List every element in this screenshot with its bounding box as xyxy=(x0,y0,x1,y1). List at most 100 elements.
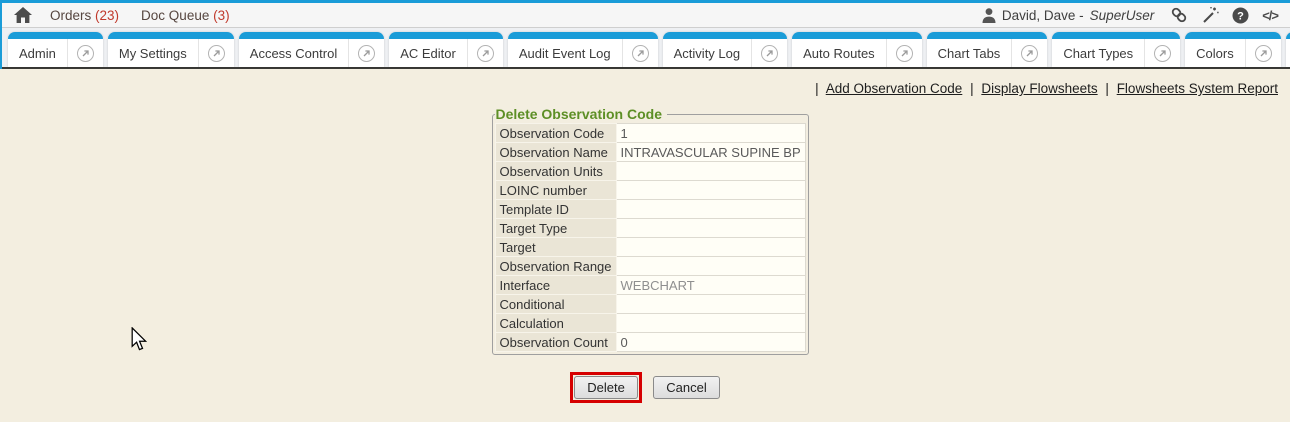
row-label: LOINC number xyxy=(495,181,616,200)
table-row: Observation Units xyxy=(495,162,805,181)
tab-auto-routes[interactable]: Auto Routes xyxy=(792,32,922,67)
nav-orders-label: Orders xyxy=(50,8,91,23)
link-button[interactable] xyxy=(1170,6,1188,24)
main-content: | Add Observation Code | Display Flowshe… xyxy=(0,69,1290,420)
tab-my-settings[interactable]: My Settings xyxy=(108,32,234,67)
row-label: Target xyxy=(495,238,616,257)
delete-button[interactable]: Delete xyxy=(574,376,638,399)
user-role: SuperUser xyxy=(1090,8,1155,23)
nav-doc-queue[interactable]: Doc Queue (3) xyxy=(141,8,230,23)
table-row: Conditional xyxy=(495,295,805,314)
tab-admin[interactable]: Admin xyxy=(8,32,103,67)
row-value: WEBCHART xyxy=(616,276,805,295)
form-title: Delete Observation Code xyxy=(495,106,668,122)
row-value xyxy=(616,219,805,238)
link-display-flowsheets[interactable]: Display Flowsheets xyxy=(981,81,1097,96)
tab-chart-types[interactable]: Chart Types xyxy=(1052,32,1180,67)
wand-button[interactable] xyxy=(1201,6,1219,24)
tab-popout[interactable] xyxy=(1144,39,1180,67)
row-value xyxy=(616,162,805,181)
row-value xyxy=(616,295,805,314)
home-button[interactable] xyxy=(14,7,32,23)
table-row: Observation Code1 xyxy=(495,124,805,143)
link-separator: | xyxy=(815,81,819,96)
row-value: INTRAVASCULAR SUPINE BP xyxy=(616,143,805,162)
nav-orders[interactable]: Orders (23) xyxy=(50,8,119,23)
delete-highlight-box: Delete xyxy=(570,372,642,403)
row-value: 1 xyxy=(616,124,805,143)
tab-label: AC Editor xyxy=(389,39,467,67)
table-row: Target xyxy=(495,238,805,257)
tab-cpt-codes[interactable]: CPT Codes xyxy=(1286,32,1290,67)
popout-arrow-icon xyxy=(358,45,375,62)
tab-audit-event-log[interactable]: Audit Event Log xyxy=(508,32,658,67)
table-row: Observation NameINTRAVASCULAR SUPINE BP xyxy=(495,143,805,162)
user-icon xyxy=(982,8,996,23)
tab-popout[interactable] xyxy=(198,39,234,67)
link-add-observation-code[interactable]: Add Observation Code xyxy=(826,81,963,96)
tab-popout[interactable] xyxy=(886,39,922,67)
action-links: | Add Observation Code | Display Flowshe… xyxy=(0,69,1290,96)
home-icon xyxy=(14,7,32,23)
delete-observation-form: Delete Observation Code Observation Code… xyxy=(492,106,799,403)
link-separator: | xyxy=(1105,81,1109,96)
popout-arrow-icon xyxy=(477,45,494,62)
tab-access-control[interactable]: Access Control xyxy=(239,32,384,67)
popout-arrow-icon xyxy=(1255,45,1272,62)
row-label: Observation Code xyxy=(495,124,616,143)
header-icons: ? </> xyxy=(1170,6,1278,24)
row-label: Observation Name xyxy=(495,143,616,162)
popout-arrow-icon xyxy=(896,45,913,62)
tab-popout[interactable] xyxy=(751,39,787,67)
svg-text:?: ? xyxy=(1237,10,1244,22)
tab-popout[interactable] xyxy=(467,39,503,67)
row-label: Interface xyxy=(495,276,616,295)
user-menu[interactable]: David, Dave - SuperUser xyxy=(982,8,1154,23)
link-flowsheets-system-report[interactable]: Flowsheets System Report xyxy=(1117,81,1278,96)
row-label: Target Type xyxy=(495,219,616,238)
tab-label: Admin xyxy=(8,39,67,67)
row-value xyxy=(616,181,805,200)
nav-orders-count: (23) xyxy=(95,8,119,23)
help-icon: ? xyxy=(1232,7,1249,24)
link-icon xyxy=(1170,6,1188,24)
tab-popout[interactable] xyxy=(1245,39,1281,67)
observation-table: Observation Code1 Observation NameINTRAV… xyxy=(495,123,806,352)
row-label: Observation Range xyxy=(495,257,616,276)
row-label: Template ID xyxy=(495,200,616,219)
popout-arrow-icon xyxy=(1154,45,1171,62)
row-value xyxy=(616,314,805,333)
nav-doc-queue-count: (3) xyxy=(213,8,230,23)
tab-label: Colors xyxy=(1185,39,1245,67)
user-name: David, Dave - xyxy=(1002,8,1084,23)
tab-chart-tabs[interactable]: Chart Tabs xyxy=(927,32,1048,67)
row-label: Observation Count xyxy=(495,333,616,352)
header-bar: Orders (23) Doc Queue (3) David, Dave - … xyxy=(0,3,1290,28)
popout-arrow-icon xyxy=(632,45,649,62)
tab-popout[interactable] xyxy=(622,39,658,67)
link-separator: | xyxy=(970,81,974,96)
popout-arrow-icon xyxy=(77,45,94,62)
row-value xyxy=(616,200,805,219)
popout-arrow-icon xyxy=(1021,45,1038,62)
window-left-accent xyxy=(0,0,2,69)
tab-ac-editor[interactable]: AC Editor xyxy=(389,32,503,67)
header-nav: Orders (23) Doc Queue (3) xyxy=(50,8,230,23)
tab-colors[interactable]: Colors xyxy=(1185,32,1281,67)
help-button[interactable]: ? xyxy=(1232,7,1249,24)
tab-label: Activity Log xyxy=(663,39,751,67)
tab-activity-log[interactable]: Activity Log xyxy=(663,32,787,67)
tab-label: Access Control xyxy=(239,39,348,67)
code-button[interactable]: </> xyxy=(1262,8,1278,23)
tab-popout[interactable] xyxy=(67,39,103,67)
tab-popout[interactable] xyxy=(348,39,384,67)
table-row: Calculation xyxy=(495,314,805,333)
table-row: LOINC number xyxy=(495,181,805,200)
tab-popout[interactable] xyxy=(1011,39,1047,67)
row-value: 0 xyxy=(616,333,805,352)
tab-label: CPT Codes xyxy=(1286,39,1290,67)
row-label: Observation Units xyxy=(495,162,616,181)
cancel-button[interactable]: Cancel xyxy=(653,376,719,399)
nav-doc-queue-label: Doc Queue xyxy=(141,8,209,23)
tab-label: Chart Types xyxy=(1052,39,1144,67)
